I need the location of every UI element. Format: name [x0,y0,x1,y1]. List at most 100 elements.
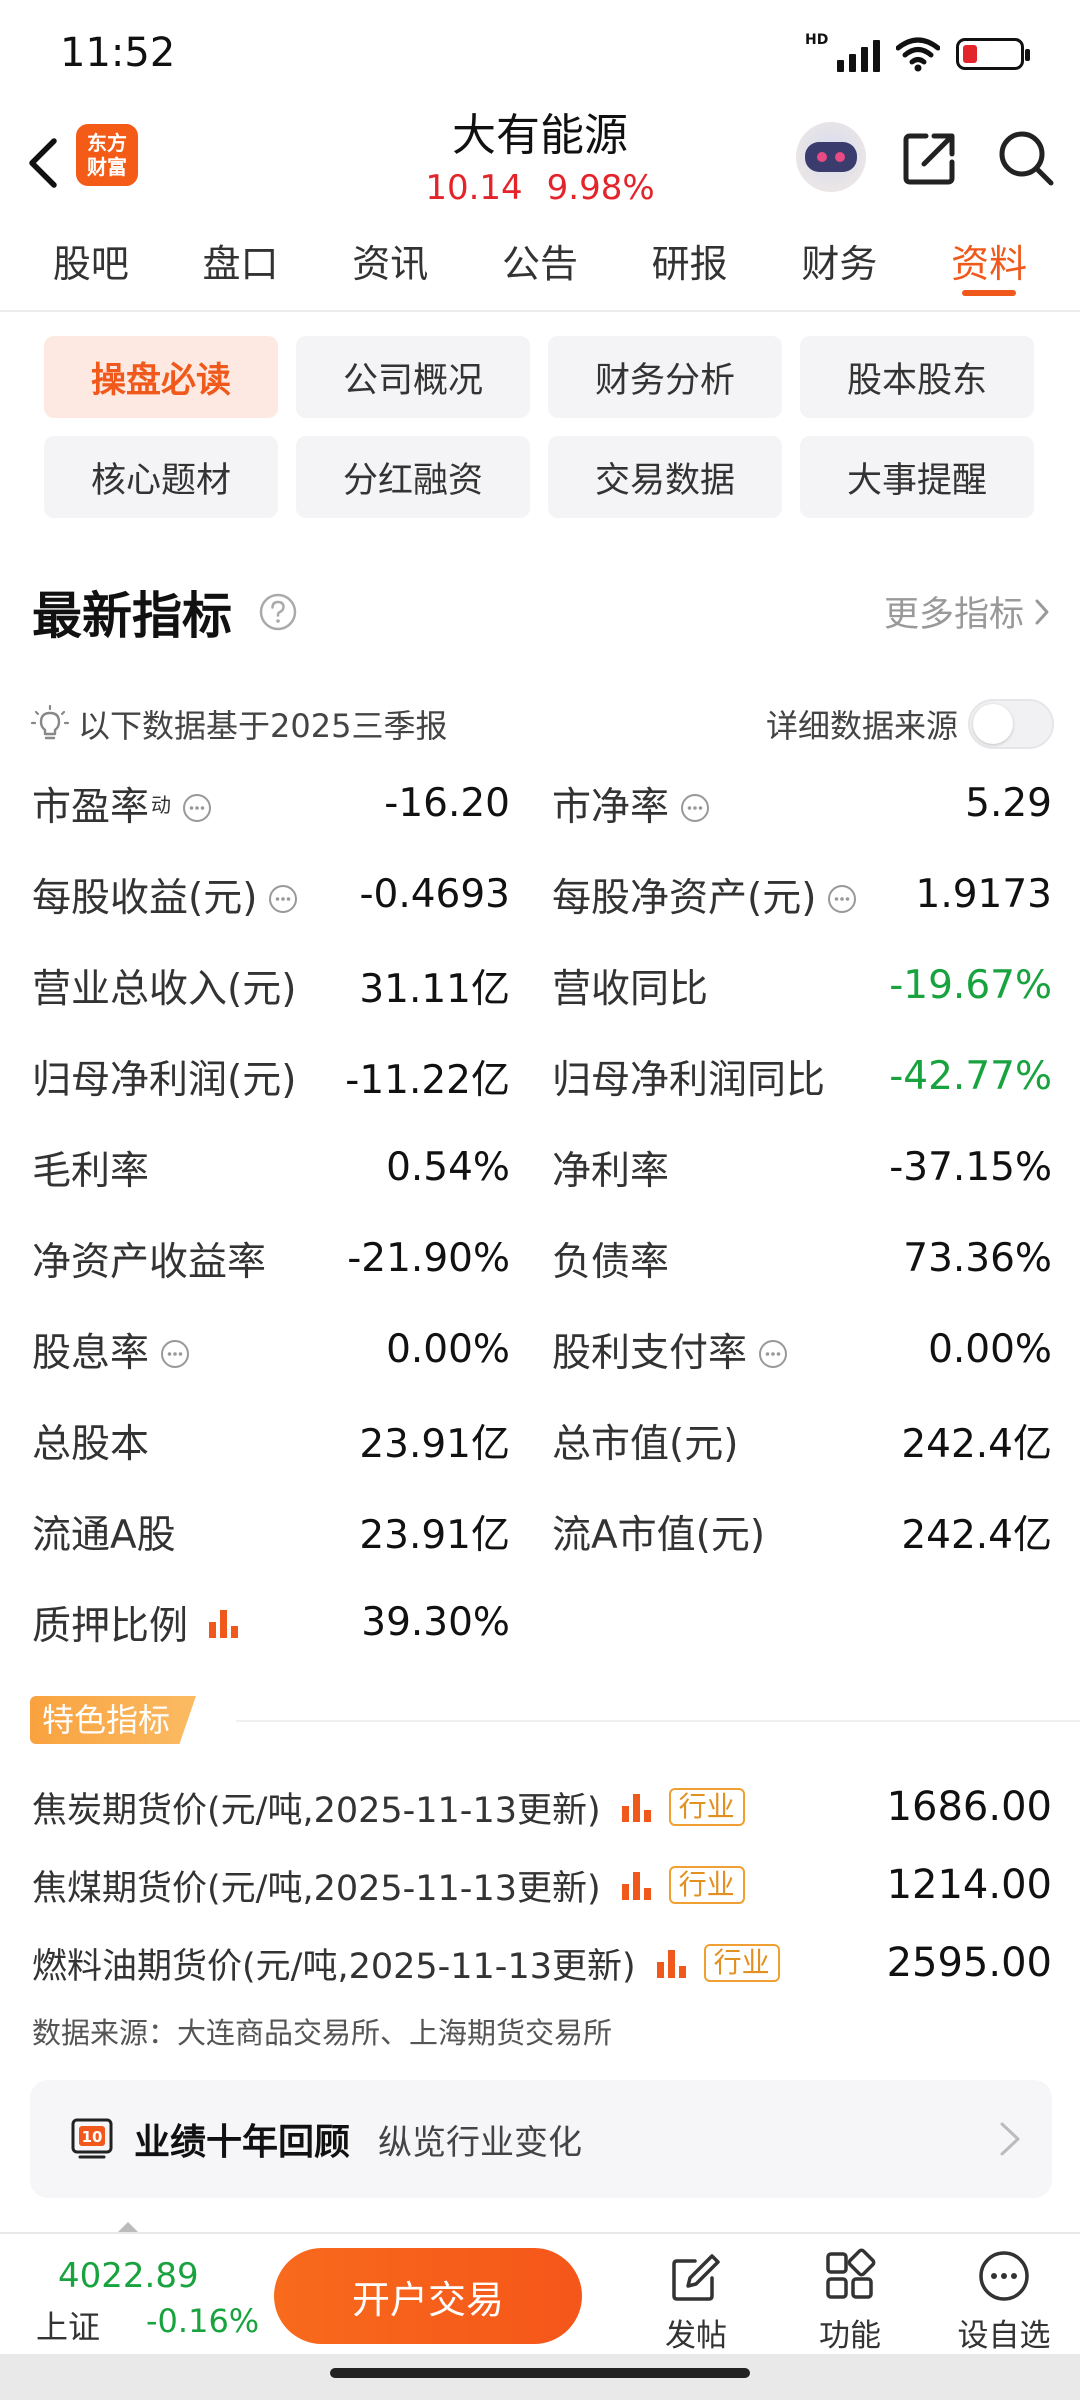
tab-bar: 股吧 盘口 资讯 公告 研报 财务 资料 [0,218,1080,312]
stock-change-pct: 9.98% [546,168,655,208]
tab-research[interactable]: 研报 [644,218,736,310]
chevron-left-icon [29,138,57,188]
sub-button-company-overview[interactable]: 公司概况 [296,336,530,418]
tab-pankou[interactable]: 盘口 [195,218,287,310]
logo-text-line1: 东方 [87,131,127,155]
ten-year-icon: 10 [71,2118,113,2159]
metric-value: -0.4693 [359,872,510,917]
metric-value: 39.30% [361,1600,510,1645]
special-row-coke[interactable]: 焦炭期货价(元/吨,2025-11-13更新) 行业 1686.00 [32,1768,1052,1846]
ten-year-review-banner[interactable]: 10 业绩十年回顾 纵览行业变化 [30,2080,1052,2198]
metric-pledge-ratio: 质押比例 39.30% [32,1577,510,1668]
bar-chart-icon[interactable] [206,1606,242,1640]
metric-net-profit-yoy: 归母净利润同比 -42.77% [510,1031,1052,1122]
app-logo[interactable]: 东方 财富 [76,124,138,186]
metric-label: 市净率 [552,784,670,830]
logo-text-line2: 财富 [87,155,127,179]
sub-button-events[interactable]: 大事提醒 [800,436,1034,518]
robot-icon [805,142,857,172]
more-info-icon[interactable] [757,1338,789,1370]
metric-value: 23.91亿 [359,1421,510,1467]
metric-value: 23.91亿 [359,1512,510,1558]
metric-label: 净资产收益率 [32,1239,267,1285]
special-indicators-list: 焦炭期货价(元/吨,2025-11-13更新) 行业 1686.00 焦煤期货价… [32,1768,1052,2002]
status-bar: 11:52 HD [0,0,1080,108]
metric-value: -16.20 [384,781,510,826]
wifi-icon [896,37,940,72]
stock-price: 10.14 [425,168,523,208]
index-value: 4022.89 [58,2256,199,2296]
section-title-text: 最新指标 [32,587,232,645]
index-name: 上证 [36,2308,101,2346]
metrics-grid: 市盈率动 -16.20 市净率 5.29 每股收益(元) -0.4693 每股净… [32,758,1052,1668]
post-button[interactable]: 发帖 [636,2248,756,2355]
data-basis-text: 以下数据基于2025三季报 [78,707,448,745]
help-icon[interactable] [258,592,298,632]
metric-label: 总市值(元) [552,1421,739,1467]
metric-total-shares: 总股本 23.91亿 [32,1395,510,1486]
sub-button-trading-data[interactable]: 交易数据 [548,436,782,518]
search-button[interactable] [996,128,1056,188]
sub-button-core-themes[interactable]: 核心题材 [44,436,278,518]
more-info-icon[interactable] [181,792,213,824]
sub-button-financial-analysis[interactable]: 财务分析 [548,336,782,418]
tab-profile[interactable]: 资料 [943,218,1035,310]
metric-label: 股利支付率 [552,1330,748,1376]
metric-label: 毛利率 [32,1148,150,1194]
metric-value: 0.00% [386,1327,510,1372]
sub-button-must-read[interactable]: 操盘必读 [44,336,278,418]
network-type-label: HD [805,32,829,48]
share-button[interactable] [900,128,960,188]
metric-value: 1.9173 [915,872,1052,917]
detail-source-toggle[interactable] [968,699,1054,749]
metric-payout-ratio: 股利支付率 0.00% [510,1304,1052,1395]
metric-label: 每股收益(元) [32,875,258,921]
caret-up-icon[interactable] [118,2222,138,2232]
add-watchlist-button[interactable]: 设自选 [944,2248,1064,2355]
metric-net-margin: 净利率 -37.15% [510,1122,1052,1213]
open-account-trade-button[interactable]: 开户交易 [274,2248,582,2344]
metric-value: 242.4亿 [901,1421,1052,1467]
metric-market-cap: 总市值(元) 242.4亿 [510,1395,1052,1486]
bar-chart-icon[interactable] [654,1946,690,1980]
metric-label: 每股净资产(元) [552,875,817,921]
bar-chart-icon[interactable] [619,1790,655,1824]
metric-roe: 净资产收益率 -21.90% [32,1213,510,1304]
metric-pe: 市盈率动 -16.20 [32,758,510,849]
more-info-icon[interactable] [267,883,299,915]
industry-tag: 行业 [703,1944,780,1982]
special-label: 焦煤期货价(元/吨,2025-11-13更新) [32,1868,601,1909]
function-button[interactable]: 功能 [790,2248,910,2355]
back-button[interactable] [14,120,70,206]
metric-value: -42.77% [889,1054,1052,1099]
tab-announcements[interactable]: 公告 [494,218,586,310]
more-info-icon[interactable] [679,792,711,824]
stock-price-line: 10.14 9.98% [300,168,780,208]
grid-icon [826,2248,876,2299]
sub-button-shareholders[interactable]: 股本股东 [800,336,1034,418]
more-info-icon[interactable] [826,883,858,915]
metric-label: 市盈率 [32,784,150,830]
review-subtitle: 纵览行业变化 [378,2122,583,2163]
more-info-icon[interactable] [159,1338,191,1370]
metric-value: 5.29 [965,781,1052,826]
metric-value: 31.11亿 [359,966,510,1012]
metric-gross-margin: 毛利率 0.54% [32,1122,510,1213]
post-label: 发帖 [665,2318,727,2354]
tab-guba[interactable]: 股吧 [45,218,137,310]
metric-pb: 市净率 5.29 [510,758,1052,849]
tab-finance[interactable]: 财务 [793,218,885,310]
home-indicator-pill[interactable] [330,2368,750,2378]
metric-sup: 动 [151,793,172,817]
sub-button-dividends[interactable]: 分红融资 [296,436,530,518]
ai-assistant-avatar[interactable] [796,122,866,192]
bar-chart-icon[interactable] [619,1868,655,1902]
metric-value: 0.00% [928,1327,1052,1372]
metric-float-market-cap: 流A市值(元) 242.4亿 [510,1486,1052,1577]
tab-news[interactable]: 资讯 [344,218,436,310]
divider [236,1720,1080,1722]
edit-icon [672,2254,720,2301]
special-row-fuel-oil[interactable]: 燃料油期货价(元/吨,2025-11-13更新) 行业 2595.00 [32,1924,1052,2002]
special-row-coking-coal[interactable]: 焦煤期货价(元/吨,2025-11-13更新) 行业 1214.00 [32,1846,1052,1924]
more-indicators-link[interactable]: 更多指标 [884,586,1050,637]
